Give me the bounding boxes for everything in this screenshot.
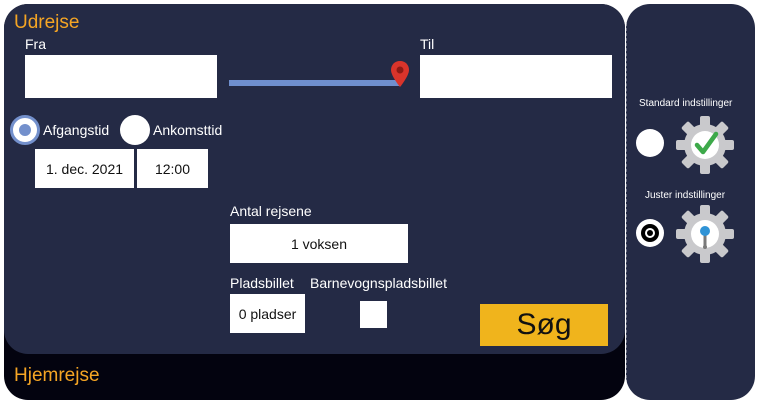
location-pin-icon [391, 61, 409, 87]
seat-field[interactable]: 0 pladser [230, 294, 305, 333]
seat-label: Pladsbillet [230, 275, 294, 291]
return-trip-title[interactable]: Hjemrejse [14, 365, 100, 387]
settings-panel [626, 4, 755, 400]
from-input[interactable] [25, 55, 217, 98]
custom-settings-radio[interactable] [636, 219, 664, 247]
departure-radio[interactable] [10, 115, 40, 145]
from-label: Fra [25, 36, 46, 52]
departure-label: Afgangstid [43, 122, 110, 138]
time-field[interactable]: 12:00 [137, 149, 208, 188]
gear-check-icon [676, 116, 734, 174]
arrival-label: Ankomsttid [153, 122, 223, 138]
arrival-radio[interactable] [120, 115, 150, 145]
travelers-field[interactable]: 1 voksen [230, 224, 408, 263]
travelers-label: Antal rejsene [230, 203, 312, 219]
divider [626, 18, 627, 388]
route-line [229, 80, 401, 86]
search-button[interactable]: Søg [480, 304, 608, 346]
custom-settings-label: Juster indstillinger [645, 190, 726, 201]
date-field[interactable]: 1. dec. 2021 [35, 149, 134, 188]
standard-settings-radio[interactable] [636, 129, 664, 157]
to-input[interactable] [420, 55, 612, 98]
custom-settings-radio-dot [647, 230, 653, 236]
standard-settings-label: Standard indstillinger [639, 98, 733, 109]
gear-adjust-icon [676, 205, 734, 263]
outbound-title: Udrejse [14, 12, 80, 33]
departure-radio-dot [19, 124, 31, 136]
to-label: Til [420, 36, 435, 52]
stroller-checkbox[interactable] [360, 301, 387, 328]
stroller-label: Barnevognspladsbillet [310, 275, 447, 291]
